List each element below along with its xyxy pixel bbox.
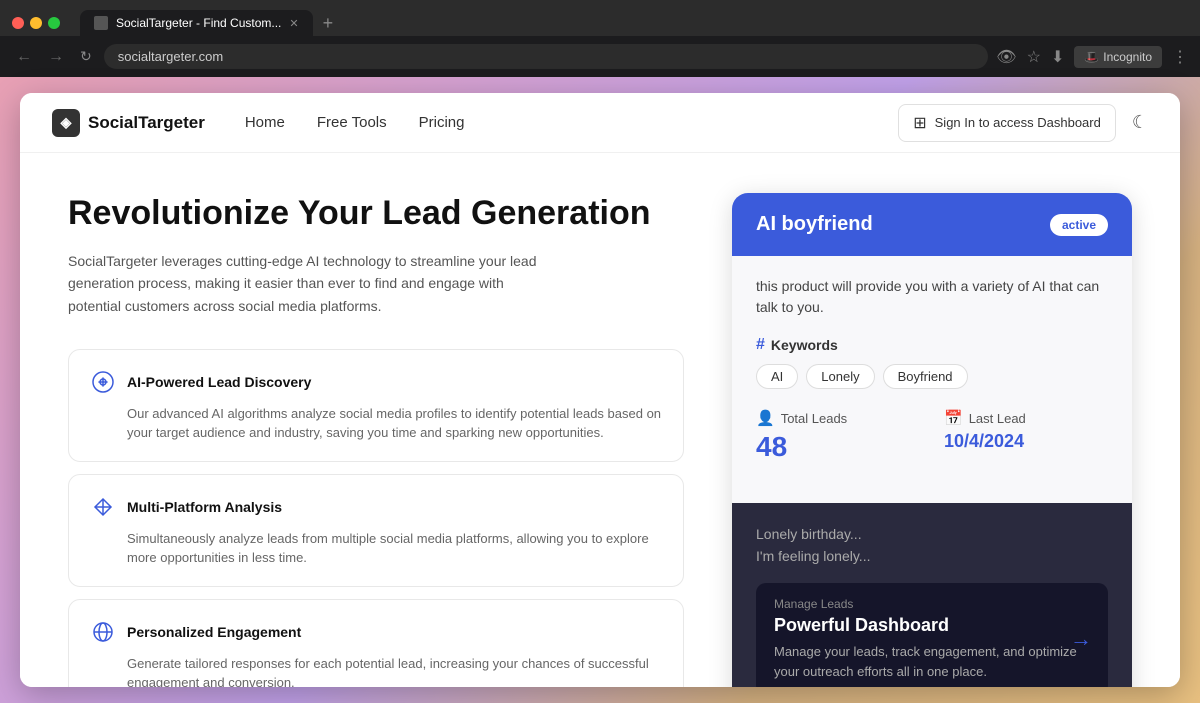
incognito-label: Incognito — [1103, 50, 1152, 64]
feature-title-1: AI-Powered Lead Discovery — [127, 374, 311, 390]
dashboard-arrow-icon[interactable]: → — [1070, 626, 1092, 652]
keywords-list: AI Lonely Boyfriend — [756, 364, 1108, 389]
eyeoff-icon[interactable]: 👁 — [996, 47, 1016, 67]
feature-desc-3: Generate tailored responses for each pot… — [89, 654, 663, 687]
last-lead-header: 📅 Last Lead — [944, 409, 1108, 427]
total-leads-block: 👤 Total Leads 48 — [756, 409, 920, 463]
incognito-badge: 🎩 Incognito — [1074, 46, 1162, 68]
feature-card-engagement: Personalized Engagement Generate tailore… — [68, 599, 684, 687]
toolbar-icons: 👁 ☆ ⬇ 🎩 Incognito ⋮ — [996, 46, 1188, 68]
feature-card-multiplatform: Multi-Platform Analysis Simultaneously a… — [68, 474, 684, 587]
maximize-window-button[interactable] — [48, 17, 60, 29]
active-badge: active — [1050, 214, 1108, 236]
card-footer: Lonely birthday... I'm feeling lonely...… — [732, 503, 1132, 687]
more-options-icon[interactable]: ⋮ — [1172, 47, 1188, 67]
back-button[interactable]: ← — [12, 46, 36, 68]
tab-favicon — [94, 16, 108, 30]
card-description: this product will provide you with a var… — [756, 276, 1108, 318]
feature-card-header-2: Multi-Platform Analysis — [89, 493, 663, 521]
site-header: ◈ SocialTargeter Home Free Tools Pricing… — [20, 93, 1180, 153]
nav-pricing[interactable]: Pricing — [419, 114, 465, 131]
hashtag-icon: # — [756, 336, 765, 354]
logo-text: SocialTargeter — [88, 113, 205, 133]
multiplatform-icon — [89, 493, 117, 521]
tab-bar: SocialTargeter - Find Custom... ✕ + — [80, 10, 1188, 36]
lead-list: Lonely birthday... I'm feeling lonely... — [756, 523, 1108, 567]
tab-title: SocialTargeter - Find Custom... — [116, 16, 281, 30]
minimize-window-button[interactable] — [30, 17, 42, 29]
site-nav: Home Free Tools Pricing — [245, 114, 898, 131]
sign-in-button[interactable]: ⊞ Sign In to access Dashboard — [898, 104, 1116, 142]
website-frame: ◈ SocialTargeter Home Free Tools Pricing… — [20, 93, 1180, 687]
keywords-section: # Keywords AI Lonely Boyfriend — [756, 336, 1108, 389]
keywords-text: Keywords — [771, 337, 838, 353]
browser-chrome: SocialTargeter - Find Custom... ✕ + ← → … — [0, 0, 1200, 77]
product-card: AI boyfriend active this product will pr… — [732, 193, 1132, 687]
feature-desc-2: Simultaneously analyze leads from multip… — [89, 529, 663, 568]
people-icon: 👤 — [756, 409, 775, 427]
site-main: Revolutionize Your Lead Generation Socia… — [20, 153, 1180, 687]
incognito-icon: 🎩 — [1084, 50, 1099, 64]
card-title: AI boyfriend — [756, 213, 873, 236]
header-actions: ⊞ Sign In to access Dashboard ☾ — [898, 104, 1148, 142]
logo-icon: ◈ — [52, 109, 80, 137]
tab-close-button[interactable]: ✕ — [289, 17, 298, 30]
feature-card-header-3: Personalized Engagement — [89, 618, 663, 646]
sign-in-label: Sign In to access Dashboard — [935, 115, 1101, 130]
active-tab[interactable]: SocialTargeter - Find Custom... ✕ — [80, 10, 313, 36]
total-leads-header: 👤 Total Leads — [756, 409, 920, 427]
keyword-ai[interactable]: AI — [756, 364, 798, 389]
feature-title-2: Multi-Platform Analysis — [127, 499, 282, 515]
reload-button[interactable]: ↻ — [76, 46, 96, 67]
manage-leads-label: Manage Leads — [774, 597, 1090, 611]
product-card-section: AI boyfriend active this product will pr… — [732, 193, 1132, 647]
calendar-icon: 📅 — [944, 409, 963, 427]
lead-item-2: I'm feeling lonely... — [756, 545, 1108, 567]
dashboard-desc: Manage your leads, track engagement, and… — [774, 642, 1090, 681]
browser-toolbar: ← → ↻ socialtargeter.com 👁 ☆ ⬇ 🎩 Incogni… — [0, 36, 1200, 77]
ai-lead-icon — [89, 368, 117, 396]
feature-title-3: Personalized Engagement — [127, 624, 301, 640]
total-leads-label: Total Leads — [781, 411, 848, 426]
card-header: AI boyfriend active — [732, 193, 1132, 256]
last-lead-label: Last Lead — [969, 411, 1026, 426]
address-bar[interactable]: socialtargeter.com — [104, 44, 989, 69]
dashboard-icon: ⊞ — [913, 113, 926, 133]
dashboard-overlay[interactable]: Manage Leads Powerful Dashboard Manage y… — [756, 583, 1108, 687]
address-text: socialtargeter.com — [118, 49, 224, 64]
star-icon[interactable]: ☆ — [1027, 47, 1041, 67]
traffic-lights — [12, 17, 60, 29]
dashboard-title: Powerful Dashboard — [774, 615, 1090, 636]
new-tab-button[interactable]: + — [317, 13, 340, 34]
theme-toggle-button[interactable]: ☾ — [1132, 112, 1148, 133]
hero-section: Revolutionize Your Lead Generation Socia… — [68, 193, 684, 647]
keywords-label: # Keywords — [756, 336, 1108, 354]
last-lead-block: 📅 Last Lead 10/4/2024 — [944, 409, 1108, 463]
feature-card-header-1: AI-Powered Lead Discovery — [89, 368, 663, 396]
feature-cards: AI-Powered Lead Discovery Our advanced A… — [68, 349, 684, 687]
download-icon[interactable]: ⬇ — [1051, 47, 1064, 67]
keyword-lonely[interactable]: Lonely — [806, 364, 874, 389]
page-background: ◈ SocialTargeter Home Free Tools Pricing… — [0, 77, 1200, 703]
nav-home[interactable]: Home — [245, 114, 285, 131]
forward-button[interactable]: → — [44, 46, 68, 68]
keyword-boyfriend[interactable]: Boyfriend — [883, 364, 968, 389]
last-lead-value: 10/4/2024 — [944, 431, 1108, 452]
engagement-icon — [89, 618, 117, 646]
card-body: this product will provide you with a var… — [732, 256, 1132, 503]
site-logo: ◈ SocialTargeter — [52, 109, 205, 137]
hero-subtitle: SocialTargeter leverages cutting-edge AI… — [68, 250, 548, 317]
nav-free-tools[interactable]: Free Tools — [317, 114, 387, 131]
hero-title: Revolutionize Your Lead Generation — [68, 193, 684, 234]
metrics-row: 👤 Total Leads 48 📅 Last Lead 10 — [756, 409, 1108, 463]
feature-desc-1: Our advanced AI algorithms analyze socia… — [89, 404, 663, 443]
close-window-button[interactable] — [12, 17, 24, 29]
feature-card-ai-lead: AI-Powered Lead Discovery Our advanced A… — [68, 349, 684, 462]
total-leads-value: 48 — [756, 431, 920, 463]
lead-item-1: Lonely birthday... — [756, 523, 1108, 545]
